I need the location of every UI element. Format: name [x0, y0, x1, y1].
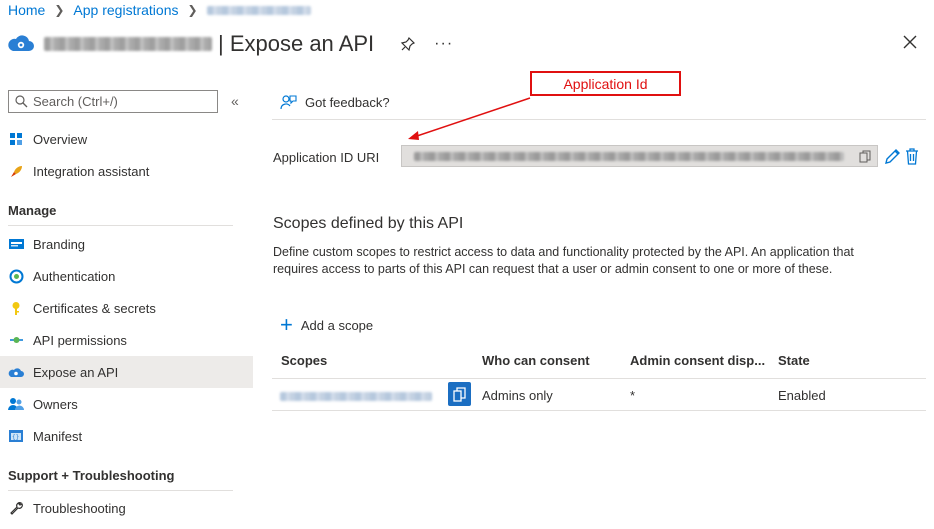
cell-state: Enabled [778, 388, 826, 403]
cloud-gear-icon [8, 35, 34, 51]
copy-scope-button[interactable] [448, 382, 471, 406]
wrench-icon [8, 500, 24, 516]
api-permissions-icon [8, 332, 24, 348]
annotation-callout: Application Id [530, 71, 681, 96]
key-icon [8, 300, 24, 316]
delete-icon[interactable] [905, 148, 919, 165]
chevron-right-icon: ❯ [187, 3, 198, 17]
scope-name-redacted[interactable] [280, 392, 432, 401]
edit-icon[interactable] [884, 148, 901, 165]
divider [8, 225, 233, 226]
page-title-text: | Expose an API [218, 31, 375, 56]
section-title-manage: Manage [8, 203, 57, 218]
breadcrumb: Home ❯ App registrations ❯ [8, 1, 311, 19]
sidebar-item-label: Branding [33, 236, 86, 252]
more-options-button[interactable]: ··· [434, 35, 453, 53]
close-icon[interactable] [902, 34, 918, 50]
sidebar-item-manifest[interactable]: {} Manifest [0, 420, 253, 452]
sidebar-item-label: Expose an API [33, 364, 119, 380]
plus-icon: + [280, 312, 293, 337]
divider [272, 378, 926, 379]
sidebar-item-label: Overview [33, 131, 88, 147]
divider [272, 410, 926, 411]
breadcrumb-home-link[interactable]: Home [8, 2, 45, 18]
sidebar-item-certificates-secrets[interactable]: Certificates & secrets [0, 292, 253, 324]
cell-who-can-consent: Admins only [482, 388, 553, 403]
sidebar-item-expose-an-api[interactable]: Expose an API [0, 356, 253, 388]
sidebar-item-label: Authentication [33, 268, 116, 284]
search-icon [15, 95, 28, 108]
cell-admin-consent-display: * [630, 388, 636, 403]
divider [8, 490, 233, 491]
column-header-admin-consent-display[interactable]: Admin consent disp... [630, 353, 765, 368]
app-name-redacted [44, 37, 212, 51]
sidebar-item-label: Manifest [33, 428, 83, 444]
svg-text:{}: {} [12, 434, 19, 441]
add-scope-label: Add a scope [300, 317, 374, 333]
sidebar-item-label: API permissions [33, 332, 127, 348]
collapse-sidebar-button[interactable]: « [231, 93, 239, 109]
authentication-icon [8, 268, 24, 284]
column-header-state: State [778, 353, 810, 368]
scopes-description: Define custom scopes to restrict access … [273, 245, 854, 276]
branding-icon [8, 236, 24, 252]
add-scope-button[interactable]: + Add a scope [280, 312, 374, 337]
feedback-icon [280, 95, 297, 110]
column-header-who-can-consent: Who can consent [482, 353, 590, 368]
sidebar-item-troubleshooting[interactable]: Troubleshooting [0, 492, 253, 524]
sidebar-item-branding[interactable]: Branding [0, 228, 253, 260]
page-title: | Expose an API [44, 31, 374, 57]
application-id-uri-field[interactable] [401, 145, 878, 167]
search-placeholder: Search (Ctrl+/) [33, 94, 118, 109]
cloud-gear-icon [8, 364, 24, 380]
breadcrumb-app-name-redacted[interactable] [206, 5, 311, 15]
sidebar-item-authentication[interactable]: Authentication [0, 260, 253, 292]
copy-icon [453, 386, 466, 402]
feedback-label: Got feedback? [305, 95, 390, 110]
column-header-scopes: Scopes [281, 353, 328, 368]
application-id-uri-label: Application ID URI [273, 150, 380, 165]
application-id-uri-value-redacted [414, 151, 844, 161]
breadcrumb-app-registrations-link[interactable]: App registrations [73, 2, 178, 18]
feedback-button[interactable]: Got feedback? [280, 94, 390, 111]
search-input[interactable]: Search (Ctrl+/) [8, 90, 218, 113]
manifest-icon: {} [8, 428, 24, 444]
sidebar-item-owners[interactable]: Owners [0, 388, 253, 420]
owners-icon [8, 396, 24, 412]
scopes-section-title: Scopes defined by this API [273, 215, 464, 232]
page-header: | Expose an API ··· [6, 28, 453, 60]
annotation-arrow [408, 97, 531, 140]
sidebar-item-api-permissions[interactable]: API permissions [0, 324, 253, 356]
sidebar-item-label: Owners [33, 396, 78, 412]
chevron-right-icon: ❯ [54, 3, 65, 17]
sidebar-item-integration-assistant[interactable]: Integration assistant [0, 155, 253, 187]
sidebar-item-label: Certificates & secrets [33, 300, 156, 316]
overview-icon [8, 131, 24, 147]
divider [272, 119, 926, 120]
sidebar-item-label: Integration assistant [33, 163, 150, 179]
pin-icon[interactable] [400, 36, 416, 52]
section-title-support: Support + Troubleshooting [8, 468, 175, 483]
rocket-icon [8, 163, 24, 179]
sidebar-item-overview[interactable]: Overview [0, 123, 253, 155]
copy-icon[interactable] [859, 150, 871, 163]
sidebar-item-label: Troubleshooting [33, 500, 126, 516]
